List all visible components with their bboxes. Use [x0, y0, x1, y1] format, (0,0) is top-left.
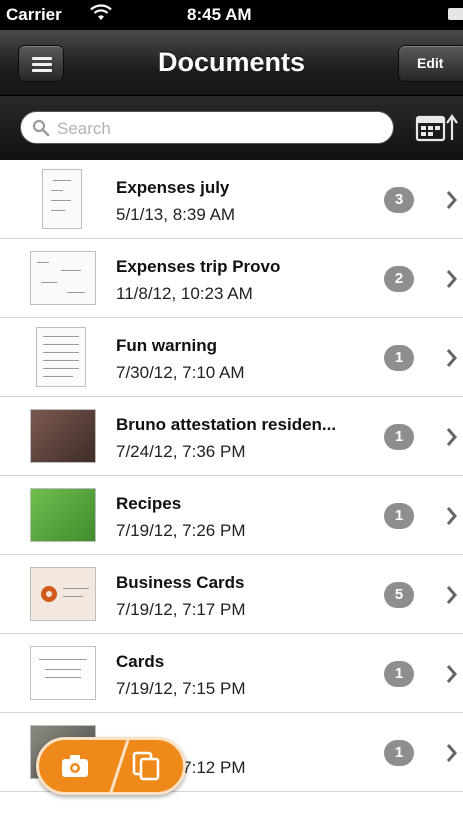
- navigation-bar: Documents Edit: [0, 30, 463, 96]
- chevron-right-icon: [446, 349, 457, 367]
- page-count-badge: 3: [384, 187, 414, 213]
- document-title: Expenses july: [116, 178, 230, 197]
- document-date: 7/19/12, 7:15 PM: [116, 679, 246, 698]
- document-thumbnail: [30, 409, 96, 463]
- edit-button[interactable]: Edit: [398, 45, 463, 82]
- chevron-right-icon: [446, 270, 457, 288]
- page-title: Documents: [157, 47, 306, 77]
- carrier-label: Carrier: [6, 5, 62, 24]
- page-count-badge: 2: [384, 266, 414, 292]
- list-item[interactable]: Bruno attestation residen... 7/24/12, 7:…: [0, 397, 463, 476]
- wifi-icon: [90, 4, 112, 20]
- page-count-badge: 1: [384, 424, 414, 450]
- camera-icon[interactable]: [61, 754, 89, 778]
- document-thumbnail: [30, 251, 96, 305]
- page-count-badge: 1: [384, 740, 414, 766]
- chevron-right-icon: [446, 586, 457, 604]
- document-title: Bruno attestation residen...: [116, 415, 337, 434]
- document-title: Business Cards: [116, 573, 245, 592]
- search-bar: Search: [0, 96, 463, 160]
- list-item[interactable]: Expenses july 5/1/13, 8:39 AM 3: [0, 160, 463, 239]
- divider: [106, 740, 131, 792]
- document-title: Recipes: [116, 494, 182, 513]
- document-date: 5/1/13, 8:39 AM: [116, 205, 236, 224]
- search-placeholder: Search: [57, 119, 111, 138]
- document-date: 7/24/12, 7:36 PM: [116, 442, 246, 461]
- list-item[interactable]: Recipes 7/19/12, 7:26 PM 1: [0, 476, 463, 555]
- page-count-badge: 1: [384, 661, 414, 687]
- document-date: 7/30/12, 7:10 AM: [116, 363, 245, 382]
- list-item[interactable]: Business Cards 7/19/12, 7:17 PM 5: [0, 555, 463, 634]
- status-time: 8:45 AM: [187, 5, 252, 24]
- chevron-right-icon: [446, 191, 457, 209]
- sort-calendar-icon[interactable]: [414, 113, 463, 143]
- chevron-right-icon: [446, 507, 457, 525]
- document-title: Fun warning: [116, 336, 218, 355]
- document-thumbnail: [42, 169, 82, 229]
- document-date: 7/19/12, 7:17 PM: [116, 600, 246, 619]
- page-count-badge: 5: [384, 582, 414, 608]
- document-thumbnail: [30, 567, 96, 621]
- document-date: 7/19/12, 7:26 PM: [116, 521, 246, 540]
- document-title: Expenses trip Provo: [116, 257, 281, 276]
- copy-pages-icon[interactable]: [132, 751, 160, 781]
- list-item[interactable]: Fun warning 7/30/12, 7:10 AM 1: [0, 318, 463, 397]
- document-title: Cards: [116, 652, 165, 671]
- battery-icon: [448, 8, 463, 20]
- chevron-right-icon: [446, 744, 457, 762]
- chevron-right-icon: [446, 428, 457, 446]
- document-date: 11/8/12, 10:23 AM: [116, 284, 253, 303]
- page-count-badge: 1: [384, 345, 414, 371]
- search-icon: [32, 119, 50, 137]
- chevron-right-icon: [446, 665, 457, 683]
- document-thumbnail: [30, 488, 96, 542]
- search-input[interactable]: Search: [20, 111, 394, 144]
- list-item[interactable]: Expenses trip Provo 11/8/12, 10:23 AM 2: [0, 239, 463, 318]
- list-item[interactable]: Cards 7/19/12, 7:15 PM 1: [0, 634, 463, 713]
- document-thumbnail: [36, 327, 86, 387]
- capture-action-pill: [36, 737, 186, 795]
- status-bar: Carrier 8:45 AM: [0, 0, 463, 30]
- page-count-badge: 1: [384, 503, 414, 529]
- document-thumbnail: [30, 646, 96, 700]
- documents-list: Expenses july 5/1/13, 8:39 AM 3 Expenses…: [0, 160, 463, 792]
